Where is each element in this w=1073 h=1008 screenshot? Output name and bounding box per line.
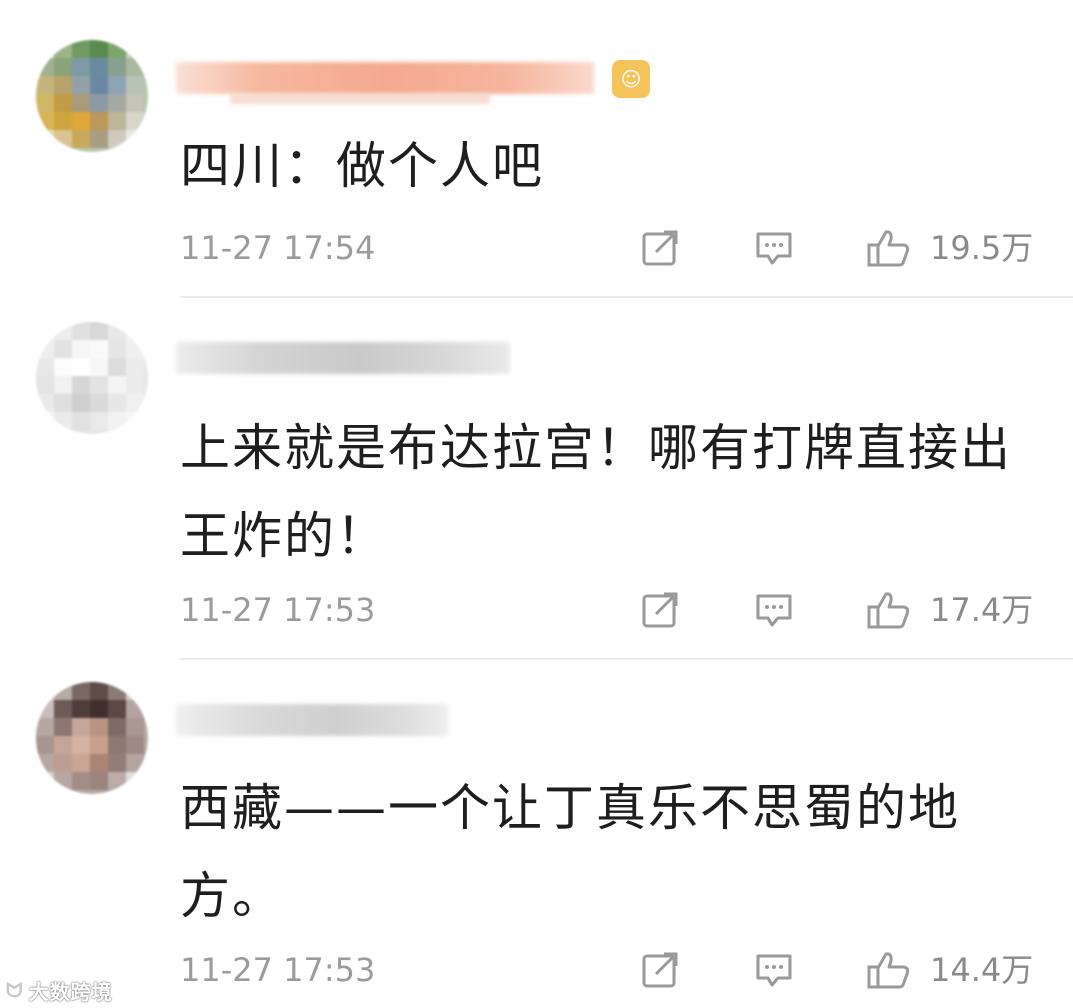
comment-icon[interactable]: [754, 590, 794, 630]
comment-icon[interactable]: [754, 228, 794, 268]
watermark: ᗢ 大数跨境: [6, 976, 113, 1004]
thumbs-up-icon[interactable]: [866, 590, 912, 630]
watermark-text: 大数跨境: [28, 979, 113, 1004]
repost-icon[interactable]: [640, 228, 680, 268]
username-blurred[interactable]: [176, 704, 448, 736]
avatar[interactable]: [36, 682, 148, 794]
divider: [180, 296, 1073, 298]
username-blurred[interactable]: [176, 62, 594, 94]
divider: [180, 658, 1073, 660]
username-blurred[interactable]: [176, 342, 510, 374]
comment-icon[interactable]: [754, 950, 794, 990]
avatar[interactable]: [36, 322, 148, 434]
thumbs-up-icon[interactable]: [866, 228, 912, 268]
comment-time: 11-27 17:54: [180, 229, 376, 267]
like-count: 17.4万: [930, 591, 1034, 629]
like-count: 19.5万: [930, 229, 1034, 267]
repost-icon[interactable]: [640, 590, 680, 630]
watermark-logo-icon: ᗢ: [6, 978, 23, 1002]
comment-text: 上来就是布达拉宫！哪有打牌直接出王炸的！: [180, 419, 1012, 565]
comment-text: 四川：做个人吧: [180, 137, 544, 195]
comment-meta: 11-27 17:53 17.4万: [0, 588, 1073, 632]
username-blurred-shadow: [230, 94, 490, 104]
repost-icon[interactable]: [640, 950, 680, 990]
comment-text: 西藏——一个让丁真乐不思蜀的地方。: [180, 779, 960, 925]
comment-meta: 11-27 17:54 19.5万: [0, 226, 1073, 270]
comment-time: 11-27 17:53: [180, 591, 376, 629]
thumbs-up-icon[interactable]: [866, 950, 912, 990]
comment-time: 11-27 17:53: [180, 951, 376, 989]
like-count: 14.4万: [930, 951, 1034, 989]
comment-meta: 11-27 17:53 14.4万: [0, 948, 1073, 992]
avatar[interactable]: [36, 40, 148, 152]
vip-badge-icon: ☺: [612, 60, 650, 98]
